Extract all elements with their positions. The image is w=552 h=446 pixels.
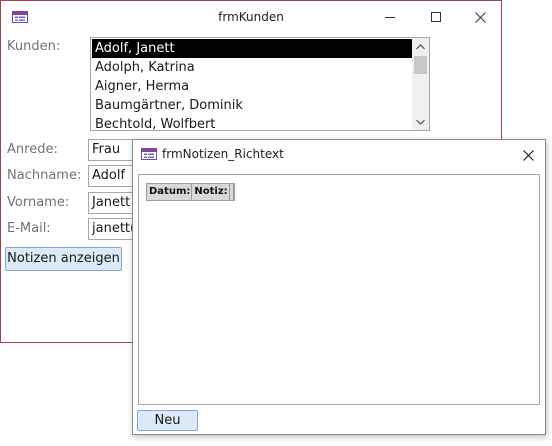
chevron-down-icon <box>416 119 425 125</box>
listbox-scrollbar[interactable] <box>412 38 429 130</box>
column-header-notiz[interactable]: Notiz: <box>192 184 230 200</box>
list-item[interactable]: Baumgärtner, Dominik <box>92 96 412 115</box>
email-label: E-Mail: <box>7 221 51 236</box>
minimize-icon <box>385 17 395 18</box>
neu-button[interactable]: Neu <box>137 410 198 431</box>
maximize-icon <box>431 12 441 22</box>
close-button[interactable] <box>457 1 503 33</box>
scroll-thumb[interactable] <box>414 56 427 74</box>
close-button[interactable] <box>511 140 545 170</box>
kunden-label: Kunden: <box>7 39 61 54</box>
datasheet-header: Datum: Notiz: <box>146 183 235 201</box>
chevron-up-icon <box>416 43 425 49</box>
notes-subform[interactable]: Datum: Notiz: <box>138 174 540 405</box>
list-item[interactable]: Adolph, Katrina <box>92 58 412 77</box>
notizen-window-title: frmNotizen_Richtext <box>162 147 284 161</box>
customer-listbox[interactable]: Adolf, Janett Adolph, Katrina Aigner, He… <box>90 37 430 131</box>
column-header-blank[interactable] <box>230 184 234 200</box>
maximize-button[interactable] <box>413 1 459 33</box>
column-header-datum[interactable]: Datum: <box>147 184 193 200</box>
notizen-window: frmNotizen_Richtext Datum: Notiz: Neu <box>132 139 546 435</box>
close-icon <box>522 149 534 161</box>
close-icon <box>474 11 486 23</box>
scroll-up-button[interactable] <box>412 38 429 55</box>
minimize-button[interactable] <box>367 1 413 33</box>
vorname-label: Vorname: <box>7 195 70 210</box>
list-item[interactable]: Bechtold, Wolfbert <box>92 115 412 130</box>
scroll-down-button[interactable] <box>412 113 429 130</box>
anrede-label: Anrede: <box>7 142 58 157</box>
list-item[interactable]: Aigner, Herma <box>92 77 412 96</box>
nachname-label: Nachname: <box>7 168 82 183</box>
list-item[interactable]: Adolf, Janett <box>92 39 412 58</box>
kunden-titlebar[interactable]: frmKunden <box>1 1 501 33</box>
notizen-titlebar[interactable]: frmNotizen_Richtext <box>133 140 545 170</box>
notizen-anzeigen-button[interactable]: Notizen anzeigen <box>5 247 122 271</box>
form-icon <box>141 148 157 160</box>
